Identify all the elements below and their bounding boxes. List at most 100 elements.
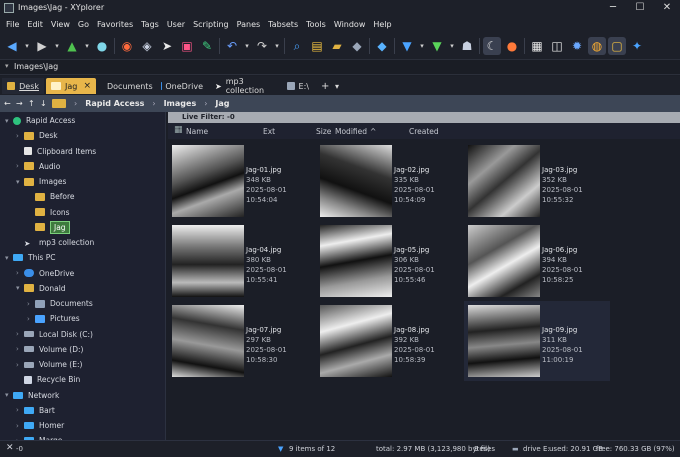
select-all-icon[interactable]: ▦ [174, 125, 183, 135]
image-thumbnail[interactable] [172, 145, 244, 217]
file-item[interactable]: Jag-09.jpg 311 KB 2025-08-01 11:00:19 [464, 301, 610, 381]
tree-node-jag[interactable]: Jag [27, 220, 70, 235]
folder-copy-icon[interactable]: ▰ [328, 37, 346, 55]
tree-node-volume-d[interactable]: › Volume (D:) [16, 342, 83, 357]
column-size[interactable]: Size [316, 127, 331, 136]
tree-node-bart[interactable]: › Bart [16, 403, 55, 418]
undo-dropdown-icon[interactable]: ▾ [243, 37, 251, 55]
file-item[interactable]: Jag-03.jpg 352 KB 2025-08-01 10:55:32 [464, 141, 610, 221]
file-item[interactable]: Jag-06.jpg 394 KB 2025-08-01 10:58:25 [464, 221, 610, 301]
filter-icon[interactable]: ▼ [398, 37, 416, 55]
clear-filter-icon[interactable]: ✕ [6, 443, 14, 453]
maximize-button[interactable]: ☐ [625, 1, 655, 15]
back-dropdown-icon[interactable]: ▾ [23, 37, 31, 55]
tree-node-local-disk-c[interactable]: › Local Disk (C:) [16, 327, 93, 342]
image-thumbnail[interactable] [172, 225, 244, 297]
expand-chevron-icon[interactable]: › [27, 300, 35, 308]
forward-arrow-icon[interactable]: ▶ [33, 37, 51, 55]
nav-forward-icon[interactable]: → [16, 99, 28, 108]
dark-mode-icon[interactable]: ☾ [483, 37, 501, 55]
undo-icon[interactable]: ↶ [223, 37, 241, 55]
tab-list-button[interactable]: ▾ [330, 78, 342, 94]
tab-jag[interactable]: Jag × [46, 78, 96, 94]
menu-help[interactable]: Help [369, 17, 395, 33]
tree-node-mp3-collection[interactable]: ➤ mp3 collection [16, 235, 94, 250]
image-viewer-icon[interactable]: ▣ [178, 37, 196, 55]
collapse-chevron-icon[interactable]: ▾ [5, 254, 13, 262]
menu-go[interactable]: Go [74, 17, 93, 33]
tree-node-rapid-access[interactable]: ▾ Rapid Access [5, 113, 75, 128]
address-path[interactable]: Images\Jag [14, 62, 58, 71]
settings-gear-icon[interactable]: ✹ [568, 37, 586, 55]
ghost-icon[interactable]: ☗ [458, 37, 476, 55]
file-item[interactable]: Jag-08.jpg 392 KB 2025-08-01 10:58:39 [316, 301, 462, 381]
wrench-icon[interactable]: ✦ [628, 37, 646, 55]
nav-down-icon[interactable]: ↓ [40, 99, 52, 108]
expand-chevron-icon[interactable]: › [16, 406, 24, 414]
minimize-button[interactable]: ─ [598, 1, 628, 15]
disk-icon[interactable]: ◆ [348, 37, 366, 55]
tree-node-documents[interactable]: › Documents [27, 296, 93, 311]
image-thumbnail[interactable] [320, 305, 392, 377]
image-thumbnail[interactable] [320, 225, 392, 297]
close-button[interactable]: ✕ [652, 1, 680, 15]
menu-user[interactable]: User [163, 17, 189, 33]
menu-tools[interactable]: Tools [302, 17, 330, 33]
search-icon[interactable]: ⌕ [288, 37, 306, 55]
color-circles-icon[interactable]: ◍ [588, 37, 606, 55]
tab-close-icon[interactable]: × [83, 81, 91, 91]
window-frame-icon[interactable]: ▢ [608, 37, 626, 55]
menu-edit[interactable]: Edit [23, 17, 47, 33]
pen-icon[interactable]: ✎ [198, 37, 216, 55]
tree-node-desk[interactable]: › Desk [16, 128, 58, 143]
image-thumbnail[interactable] [320, 145, 392, 217]
expand-chevron-icon[interactable]: › [16, 132, 24, 140]
breadcrumb-jag[interactable]: Jag [215, 99, 229, 108]
column-name[interactable]: Name [186, 127, 208, 136]
tree-node-audio[interactable]: › Audio [16, 159, 60, 174]
dual-pane-icon[interactable]: ◫ [548, 37, 566, 55]
expand-chevron-icon[interactable]: › [16, 162, 24, 170]
forward-dropdown-icon[interactable]: ▾ [53, 37, 61, 55]
collapse-chevron-icon[interactable]: ▾ [16, 178, 24, 186]
collapse-chevron-icon[interactable]: ▾ [16, 284, 24, 292]
file-item[interactable]: Jag-07.jpg 297 KB 2025-08-01 10:58:30 [168, 301, 314, 381]
nav-up-icon[interactable]: ↑ [28, 99, 40, 108]
tree-node-donald[interactable]: ▾ Donald [16, 281, 66, 296]
layout-grid-icon[interactable]: ▦ [528, 37, 546, 55]
address-chevron-icon[interactable]: ▾ [5, 62, 9, 70]
tree-node-clipboard-items[interactable]: Clipboard Items [16, 144, 96, 159]
menu-scripting[interactable]: Scripting [189, 17, 233, 33]
clipboard-icon[interactable]: ▤ [308, 37, 326, 55]
tree-node-homer[interactable]: › Homer [16, 418, 64, 433]
app-icon[interactable] [4, 3, 14, 13]
menu-panes[interactable]: Panes [233, 17, 265, 33]
up-arrow-icon[interactable]: ▲ [63, 37, 81, 55]
menu-file[interactable]: File [2, 17, 23, 33]
collapse-chevron-icon[interactable]: ▾ [5, 117, 13, 125]
expand-chevron-icon[interactable]: › [16, 345, 24, 353]
address-bar[interactable]: ▾ Images\Jag [0, 59, 680, 75]
collapse-chevron-icon[interactable]: ▾ [5, 391, 13, 399]
nav-back-icon[interactable]: ← [4, 99, 16, 108]
diamond-icon[interactable]: ◆ [373, 37, 391, 55]
tree-node-recycle-bin[interactable]: Recycle Bin [16, 372, 80, 387]
image-thumbnail[interactable] [468, 225, 540, 297]
menu-tags[interactable]: Tags [137, 17, 163, 33]
file-item[interactable]: Jag-04.jpg 380 KB 2025-08-01 10:55:41 [168, 221, 314, 301]
column-modified[interactable]: Modified [335, 127, 367, 136]
tree-node-onedrive[interactable]: › OneDrive [16, 266, 74, 281]
file-item[interactable]: Jag-05.jpg 306 KB 2025-08-01 10:55:46 [316, 221, 462, 301]
menu-view[interactable]: View [47, 17, 74, 33]
status-filter-value[interactable]: -0 [16, 445, 23, 453]
tree-node-volume-e[interactable]: › Volume (E:) [16, 357, 82, 372]
tab-onedrive[interactable]: OneDrive [156, 78, 208, 94]
stack-icon[interactable]: ◈ [138, 37, 156, 55]
tree-node-images[interactable]: ▾ Images [16, 174, 66, 189]
image-thumbnail[interactable] [468, 145, 540, 217]
expand-chevron-icon[interactable]: › [16, 361, 24, 369]
location-pin-icon[interactable]: ● [93, 37, 111, 55]
expand-chevron-icon[interactable]: › [27, 315, 35, 323]
menu-favorites[interactable]: Favorites [93, 17, 137, 33]
filter-dropdown-icon[interactable]: ▾ [418, 37, 426, 55]
